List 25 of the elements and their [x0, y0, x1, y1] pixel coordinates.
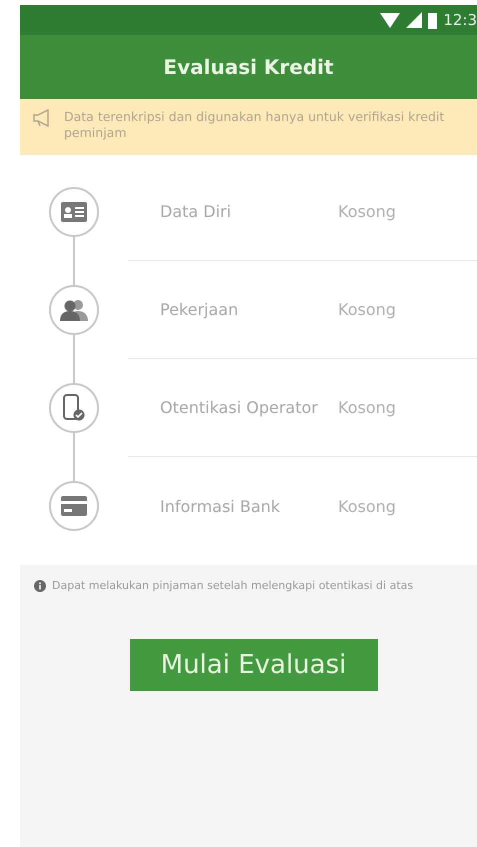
signal-icon — [406, 12, 422, 28]
step-label: Otentikasi Operator — [159, 398, 319, 417]
people-icon — [60, 299, 88, 321]
step-item[interactable]: Data Diri Kosong — [128, 163, 477, 261]
battery-icon — [428, 12, 438, 28]
step-label: Pekerjaan — [159, 300, 240, 319]
notice-text: Data terenkripsi dan digunakan hanya untuk verifikasi kredit peminjam — [64, 109, 446, 141]
step-item[interactable]: Otentikasi Operator Kosong — [128, 359, 477, 457]
step-status: Kosong — [338, 202, 396, 221]
step-status: Kosong — [338, 496, 396, 516]
step-item[interactable]: Informasi Bank Kosong — [128, 457, 477, 555]
phone-check-icon — [63, 394, 85, 422]
step-status: Kosong — [338, 398, 396, 417]
step-status: Kosong — [338, 300, 396, 319]
start-evaluation-button[interactable]: Mulai Evaluasi — [130, 639, 378, 691]
bank-card-icon — [61, 496, 87, 516]
id-card-icon — [61, 202, 87, 222]
wifi-icon — [380, 12, 400, 28]
page-title: Evaluasi Kredit — [163, 55, 334, 79]
info-icon — [34, 580, 46, 592]
step-label: Data Diri — [159, 202, 232, 221]
status-time: 12:3 — [443, 11, 477, 29]
hint-text: Dapat melakukan pinjaman setelah melengkapi otentikasi di atas — [52, 579, 414, 593]
step-label: Informasi Bank — [159, 496, 282, 516]
step-item[interactable]: Pekerjaan Kosong — [128, 261, 477, 359]
